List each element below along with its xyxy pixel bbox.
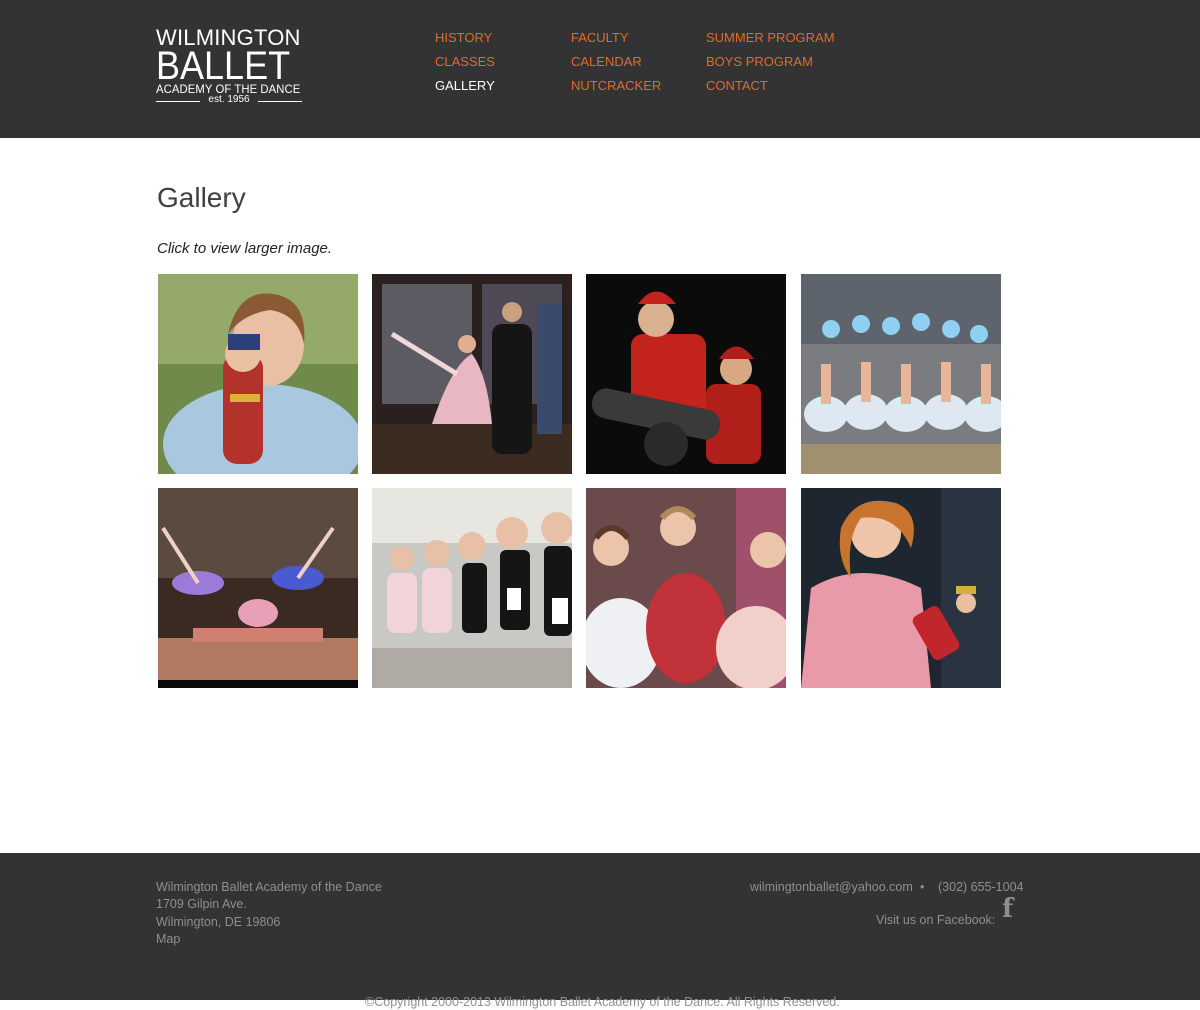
gallery-thumb-5[interactable]	[158, 488, 358, 688]
girl-with-nutcracker-photo	[158, 274, 358, 474]
logo-established: est. 1956	[208, 94, 250, 105]
white-tutu-dancers-photo	[801, 274, 1001, 474]
ballerina-pink-dress-photo	[372, 274, 572, 474]
nav-summer-program[interactable]: SUMMER PROGRAM	[706, 30, 835, 46]
three-girls-costumes-photo	[586, 488, 786, 688]
footer-street: 1709 Gilpin Ave.	[156, 897, 247, 911]
facebook-icon[interactable]: f	[1002, 896, 1013, 922]
footer-copyright: ©Copyright 2000-2013 Wilmington Ballet A…	[365, 995, 840, 1009]
nav-calendar[interactable]: CALENDAR	[571, 54, 642, 70]
footer-map-link[interactable]: Map	[156, 931, 180, 947]
gallery-thumb-3[interactable]	[586, 274, 786, 474]
logo-wordmark-main: BALLET	[156, 44, 291, 88]
logo-rule-right	[258, 101, 302, 102]
nav-gallery[interactable]: GALLERY	[435, 78, 495, 94]
footer-email-link[interactable]: wilmingtonballet@yahoo.com	[750, 879, 913, 895]
site-header: WILMINGTON BALLET ACADEMY OF THE DANCE e…	[0, 0, 1200, 138]
gallery-instruction: Click to view larger image.	[157, 240, 333, 257]
footer-org-name: Wilmington Ballet Academy of the Dance	[156, 880, 382, 894]
footer-separator: •	[920, 880, 925, 894]
nav-faculty[interactable]: FACULTY	[571, 30, 629, 46]
nav-boys-program[interactable]: BOYS PROGRAM	[706, 54, 813, 70]
soldiers-with-cannon-photo	[586, 274, 786, 474]
ballet-class-students-photo	[372, 488, 572, 688]
gallery-thumb-8[interactable]	[801, 488, 1001, 688]
nav-contact[interactable]: CONTACT	[706, 78, 768, 94]
girl-pink-dress-nutcracker-photo	[801, 488, 1001, 688]
gallery-thumb-1[interactable]	[158, 274, 358, 474]
nav-history[interactable]: HISTORY	[435, 30, 492, 46]
footer-city: Wilmington, DE 19806	[156, 915, 281, 929]
nav-nutcracker[interactable]: NUTCRACKER	[571, 78, 661, 94]
gallery-thumb-4[interactable]	[801, 274, 1001, 474]
site-footer: Wilmington Ballet Academy of the Dance 1…	[0, 853, 1200, 1009]
leaping-dancers-photo	[158, 488, 358, 688]
footer-facebook-label: Visit us on Facebook:	[876, 913, 996, 927]
footer-phone: (302) 655-1004	[938, 880, 1024, 894]
nav-classes[interactable]: CLASSES	[435, 54, 495, 70]
gallery-thumb-7[interactable]	[586, 488, 786, 688]
gallery-thumb-2[interactable]	[372, 274, 572, 474]
gallery-thumb-6[interactable]	[372, 488, 572, 688]
page-title: Gallery	[157, 182, 246, 213]
